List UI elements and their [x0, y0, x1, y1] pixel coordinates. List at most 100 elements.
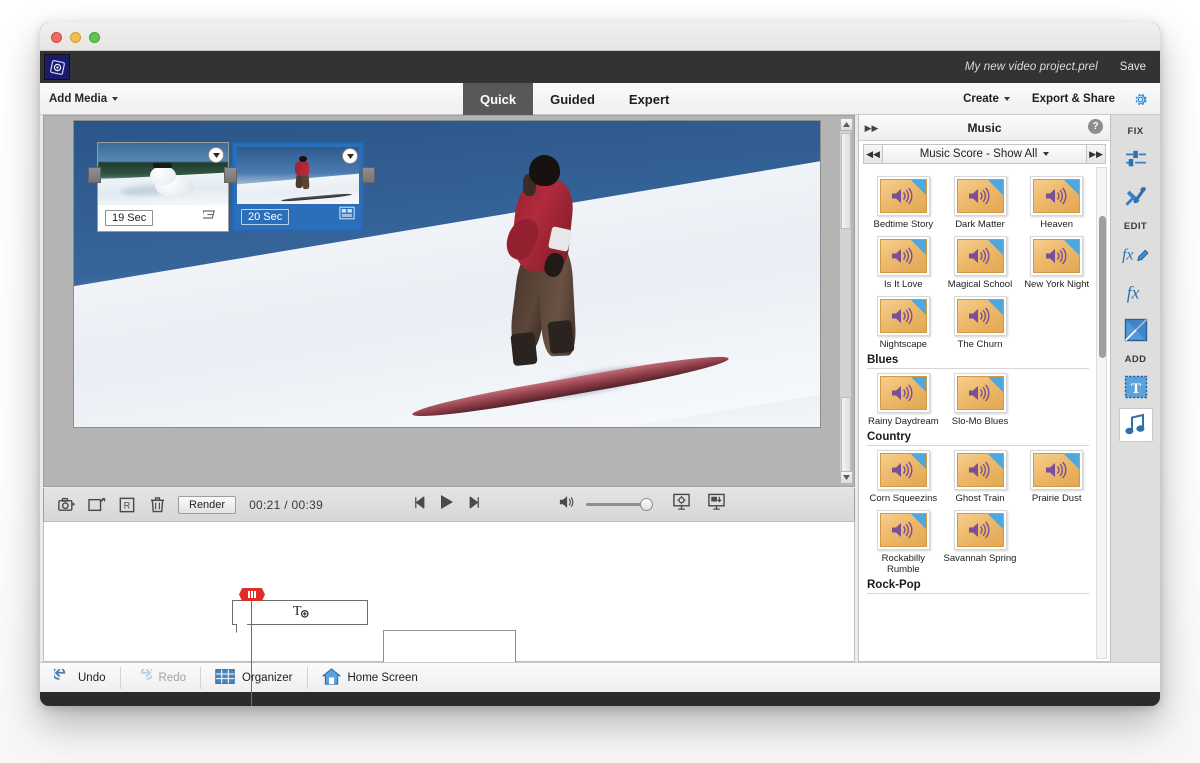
music-tile[interactable]: Slo-Mo Blues [942, 373, 1019, 427]
action-rail: FIX EDIT fx fx ADD T [1110, 115, 1160, 662]
settings-gear-button[interactable] [1126, 91, 1160, 108]
timeline-clip-2[interactable]: 20 Sec [232, 142, 364, 232]
music-tile[interactable]: Is It Love [865, 236, 942, 290]
freeze-frame-icon[interactable] [52, 492, 82, 518]
add-text-tooltip[interactable]: T [232, 600, 368, 625]
tab-quick[interactable]: Quick [463, 83, 534, 115]
minimize-window-button[interactable] [70, 32, 81, 43]
speaker-audio-icon [953, 450, 1007, 490]
timeline-playhead-handle[interactable] [239, 588, 265, 601]
render-button[interactable]: Render [178, 495, 237, 514]
save-button[interactable]: Save [1120, 61, 1146, 73]
music-tile[interactable]: Rockabilly Rumble [865, 510, 942, 575]
create-menu-button[interactable]: Create [952, 93, 1021, 105]
music-tile-label: Savannah Spring [943, 553, 1017, 564]
clip-info-bar: 19 Sec [98, 205, 228, 231]
premiere-elements-app: My new video project.prel Save Add Media… [40, 51, 1160, 706]
adjustments-icon[interactable] [1119, 142, 1153, 176]
music-panel-scroll-thumb[interactable] [1099, 216, 1106, 358]
close-window-button[interactable] [51, 32, 62, 43]
preview-scroll-thumb-bottom[interactable] [841, 397, 851, 477]
music-list[interactable]: Bedtime Story Dark Matter Heaven Is It L… [859, 167, 1095, 662]
crop-icon[interactable] [82, 492, 112, 518]
volume-icon[interactable] [559, 494, 577, 515]
tools-icon[interactable] [1119, 180, 1153, 214]
scroll-down-arrow-icon[interactable] [840, 471, 853, 484]
music-tile[interactable]: Savannah Spring [942, 510, 1019, 575]
smart-trim-icon[interactable]: R [112, 492, 142, 518]
music-score-filter-button[interactable]: Music Score - Show All [920, 148, 1050, 160]
clip-trim-handle-mid[interactable] [224, 167, 237, 183]
double-chevron-left-icon[interactable]: ◀◀ [864, 145, 883, 163]
scroll-up-arrow-icon[interactable] [840, 118, 853, 131]
transitions-icon[interactable] [1119, 313, 1153, 347]
tab-guided[interactable]: Guided [533, 83, 612, 115]
volume-slider-knob[interactable] [640, 498, 653, 511]
clip-effect-icon[interactable] [339, 206, 355, 225]
redo-button[interactable]: Redo [121, 663, 201, 693]
svg-text:fx: fx [1126, 282, 1139, 302]
organizer-button[interactable]: Organizer [201, 663, 307, 693]
music-tile[interactable]: Bedtime Story [865, 176, 942, 230]
rail-group-label-fix: FIX [1127, 126, 1144, 137]
timeline-clip-1[interactable]: 19 Sec [97, 142, 229, 232]
window-titlebar [40, 22, 1160, 51]
speaker-audio-icon [953, 373, 1007, 413]
create-label: Create [963, 93, 999, 105]
tab-expert[interactable]: Expert [612, 83, 686, 115]
transition-icon[interactable] [200, 207, 219, 225]
music-icon[interactable] [1118, 408, 1153, 442]
music-tile[interactable]: New York Night [1018, 236, 1095, 290]
speaker-audio-icon [876, 176, 930, 216]
chevron-down-icon [112, 96, 119, 101]
step-back-icon[interactable] [414, 495, 430, 515]
music-tile[interactable]: Corn Squeezins [865, 450, 942, 504]
export-share-button[interactable]: Export & Share [1021, 93, 1126, 105]
preview-scroll-thumb-top[interactable] [841, 133, 851, 229]
music-group-heading-blues: Blues [867, 354, 1095, 369]
music-panel-header: ▶▶ Music ? [859, 115, 1110, 141]
music-tile[interactable]: Heaven [1018, 176, 1095, 230]
home-screen-button[interactable]: Home Screen [308, 663, 432, 693]
music-tile-label: Rainy Daydream [867, 416, 939, 427]
fx-edit-icon[interactable]: fx [1119, 237, 1153, 271]
clip-trim-handle-left[interactable] [88, 167, 101, 183]
music-tile[interactable]: Magical School [942, 236, 1019, 290]
speaker-audio-icon [876, 450, 930, 490]
music-panel-scrollbar[interactable] [1096, 167, 1107, 659]
music-tile-label: The Churn [957, 339, 1003, 350]
music-tile-label: Bedtime Story [873, 219, 934, 230]
step-forward-icon[interactable] [464, 495, 480, 515]
music-score-filter-label: Music Score - Show All [919, 148, 1038, 160]
clip-menu-button-1[interactable] [208, 147, 224, 163]
music-tile[interactable]: Ghost Train [942, 450, 1019, 504]
music-tile-empty [1018, 510, 1095, 575]
music-tile[interactable]: The Churn [942, 296, 1019, 350]
play-icon[interactable] [440, 494, 454, 515]
monitor-settings-icon[interactable] [672, 493, 691, 516]
double-chevron-right-icon[interactable]: ▶▶ [1086, 145, 1105, 163]
chevron-down-icon [1043, 152, 1050, 156]
music-score-filter[interactable]: ◀◀ Music Score - Show All ▶▶ [863, 144, 1106, 164]
music-tile-empty [1018, 373, 1095, 427]
music-tile-label: Slo-Mo Blues [951, 416, 1009, 427]
double-chevron-right-icon[interactable]: ▶▶ [863, 120, 880, 136]
help-icon[interactable]: ? [1088, 119, 1103, 134]
delete-icon[interactable] [142, 492, 172, 518]
clip-menu-button-2[interactable] [342, 148, 358, 164]
music-group-label: Country [867, 431, 918, 443]
preview-vertical-scrollbar[interactable] [839, 118, 853, 484]
add-media-button[interactable]: Add Media [49, 93, 119, 105]
fx-icon[interactable]: fx [1119, 275, 1153, 309]
preview-export-icon[interactable] [707, 493, 726, 516]
maximize-window-button[interactable] [89, 32, 100, 43]
music-tile[interactable]: Rainy Daydream [865, 373, 942, 427]
undo-button[interactable]: Undo [40, 663, 120, 693]
music-row: Rainy Daydream Slo-Mo Blues [865, 367, 1095, 427]
volume-slider[interactable] [586, 498, 653, 511]
clip-trim-handle-right[interactable] [362, 167, 375, 183]
music-tile[interactable]: Nightscape [865, 296, 942, 350]
music-tile[interactable]: Dark Matter [942, 176, 1019, 230]
music-tile[interactable]: Prairie Dust [1018, 450, 1095, 504]
titles-text-icon[interactable]: T [1119, 370, 1153, 404]
